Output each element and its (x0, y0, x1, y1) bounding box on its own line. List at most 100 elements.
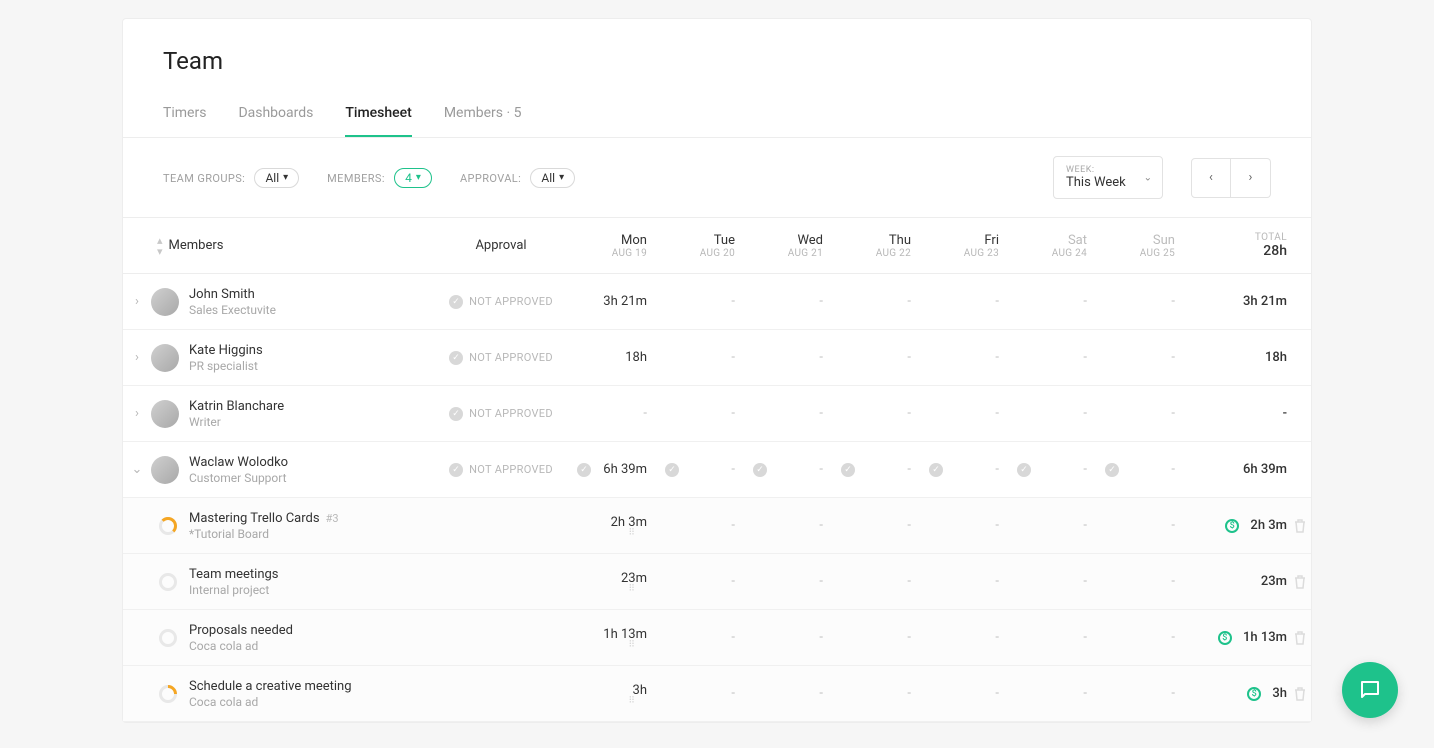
drag-handle-icon[interactable]: ⠿ (571, 586, 647, 592)
day-cell[interactable]: - (659, 406, 747, 421)
col-header-members[interactable]: ▴▾ Members (151, 235, 431, 257)
expand-toggle[interactable]: › (123, 294, 151, 309)
tab-timers[interactable]: Timers (163, 93, 206, 137)
day-cell[interactable]: ✓ - (923, 462, 1011, 477)
day-cell[interactable]: 3h ⠿ (571, 683, 659, 704)
day-cell[interactable]: - (571, 406, 659, 421)
day-cell[interactable]: ✓ - (1011, 462, 1099, 477)
day-value: - (731, 686, 735, 701)
day-cell[interactable]: ✓ - (1099, 462, 1187, 477)
day-cell[interactable]: ✓ - (835, 462, 923, 477)
day-cell[interactable]: - (923, 574, 1011, 589)
day-cell[interactable]: ✓ - (747, 462, 835, 477)
check-circle-icon: ✓ (841, 463, 855, 477)
day-cell[interactable]: - (1011, 630, 1099, 645)
day-cell[interactable]: 23m ⠿ (571, 571, 659, 592)
prev-week-button[interactable]: ‹ (1191, 158, 1231, 198)
day-cell[interactable]: - (747, 350, 835, 365)
day-cell[interactable]: - (747, 294, 835, 309)
filter-members-select[interactable]: 4 ▾ (394, 168, 432, 188)
next-week-button[interactable]: › (1231, 158, 1271, 198)
delete-button[interactable] (1287, 519, 1313, 533)
member-cell[interactable]: Waclaw Wolodko Customer Support (151, 455, 431, 485)
chevron-left-icon: ‹ (1209, 170, 1213, 185)
tab-dashboards[interactable]: Dashboards (238, 93, 313, 137)
day-cell[interactable]: - (659, 574, 747, 589)
day-cell[interactable]: - (1099, 294, 1187, 309)
approval-status[interactable]: ✓ NOT APPROVED (431, 463, 571, 477)
day-cell[interactable]: - (835, 406, 923, 421)
day-cell[interactable]: - (835, 350, 923, 365)
week-select-label: WEEK: (1066, 165, 1128, 175)
day-cell[interactable]: - (923, 350, 1011, 365)
day-cell[interactable]: - (923, 686, 1011, 701)
filter-approval-label: APPROVAL: (460, 172, 521, 185)
day-cell[interactable]: - (747, 518, 835, 533)
approval-status[interactable]: ✓ NOT APPROVED (431, 351, 571, 365)
day-cell[interactable]: - (1099, 630, 1187, 645)
expand-toggle[interactable]: ⌄ (123, 462, 151, 477)
drag-handle-icon[interactable]: ⠿ (571, 530, 647, 536)
delete-button[interactable] (1287, 687, 1313, 701)
day-cell[interactable]: - (835, 294, 923, 309)
task-cell[interactable]: Team meetings Internal project (151, 567, 431, 597)
day-cell[interactable]: - (1011, 294, 1099, 309)
day-cell[interactable]: - (835, 574, 923, 589)
day-cell[interactable]: ✓ 6h 39m (571, 462, 659, 477)
tab-members[interactable]: Members · 5 (444, 93, 522, 137)
week-select[interactable]: WEEK: This Week ⌄ (1053, 156, 1163, 199)
day-cell[interactable]: - (1011, 518, 1099, 533)
day-cell[interactable]: - (659, 630, 747, 645)
expand-toggle[interactable]: › (123, 406, 151, 421)
expand-toggle[interactable]: › (123, 350, 151, 365)
delete-button[interactable] (1287, 631, 1313, 645)
drag-handle-icon[interactable]: ⠿ (571, 642, 647, 648)
day-cell[interactable]: - (1099, 406, 1187, 421)
member-cell[interactable]: Kate Higgins PR specialist (151, 343, 431, 373)
task-cell[interactable]: Schedule a creative meeting Coca cola ad (151, 679, 431, 709)
day-cell[interactable]: - (1099, 574, 1187, 589)
day-cell[interactable]: - (1011, 350, 1099, 365)
day-cell[interactable]: - (835, 518, 923, 533)
day-cell[interactable]: 18h (571, 350, 659, 365)
day-cell[interactable]: - (747, 406, 835, 421)
day-cell[interactable]: - (835, 630, 923, 645)
task-cell[interactable]: Proposals needed Coca cola ad (151, 623, 431, 653)
member-cell[interactable]: John Smith Sales Exectuvite (151, 287, 431, 317)
delete-button[interactable] (1287, 575, 1313, 589)
day-cell[interactable]: ✓ - (659, 462, 747, 477)
day-cell[interactable]: 3h 21m (571, 294, 659, 309)
day-cell[interactable]: - (659, 686, 747, 701)
approval-status[interactable]: ✓ NOT APPROVED (431, 295, 571, 309)
day-cell[interactable]: - (1011, 574, 1099, 589)
drag-handle-icon[interactable]: ⠿ (571, 698, 647, 704)
day-cell[interactable]: - (1099, 686, 1187, 701)
day-cell[interactable]: - (923, 518, 1011, 533)
day-cell[interactable]: - (1099, 350, 1187, 365)
day-cell[interactable]: - (1011, 686, 1099, 701)
day-value: - (731, 574, 735, 589)
day-cell[interactable]: 1h 13m ⠿ (571, 627, 659, 648)
day-cell[interactable]: - (923, 406, 1011, 421)
tab-timesheet[interactable]: Timesheet (345, 93, 411, 137)
day-cell[interactable]: 2h 3m ⠿ (571, 515, 659, 536)
day-cell[interactable]: - (747, 686, 835, 701)
day-cell[interactable]: - (835, 686, 923, 701)
day-cell[interactable]: - (659, 294, 747, 309)
day-cell[interactable]: - (659, 350, 747, 365)
filter-approval-select[interactable]: All ▾ (530, 168, 575, 188)
day-cell[interactable]: - (923, 294, 1011, 309)
help-fab[interactable] (1342, 662, 1398, 718)
day-cell[interactable]: - (747, 630, 835, 645)
member-cell[interactable]: Katrin Blanchare Writer (151, 399, 431, 429)
progress-ring-icon (159, 517, 177, 535)
filter-team-groups-select[interactable]: All ▾ (254, 168, 299, 188)
approval-status[interactable]: ✓ NOT APPROVED (431, 407, 571, 421)
day-cell[interactable]: - (659, 518, 747, 533)
task-cell[interactable]: Mastering Trello Cards#3 *Tutorial Board (151, 511, 431, 541)
day-cell[interactable]: - (1011, 406, 1099, 421)
row-total: - (1187, 406, 1287, 421)
day-cell[interactable]: - (1099, 518, 1187, 533)
day-cell[interactable]: - (747, 574, 835, 589)
day-cell[interactable]: - (923, 630, 1011, 645)
